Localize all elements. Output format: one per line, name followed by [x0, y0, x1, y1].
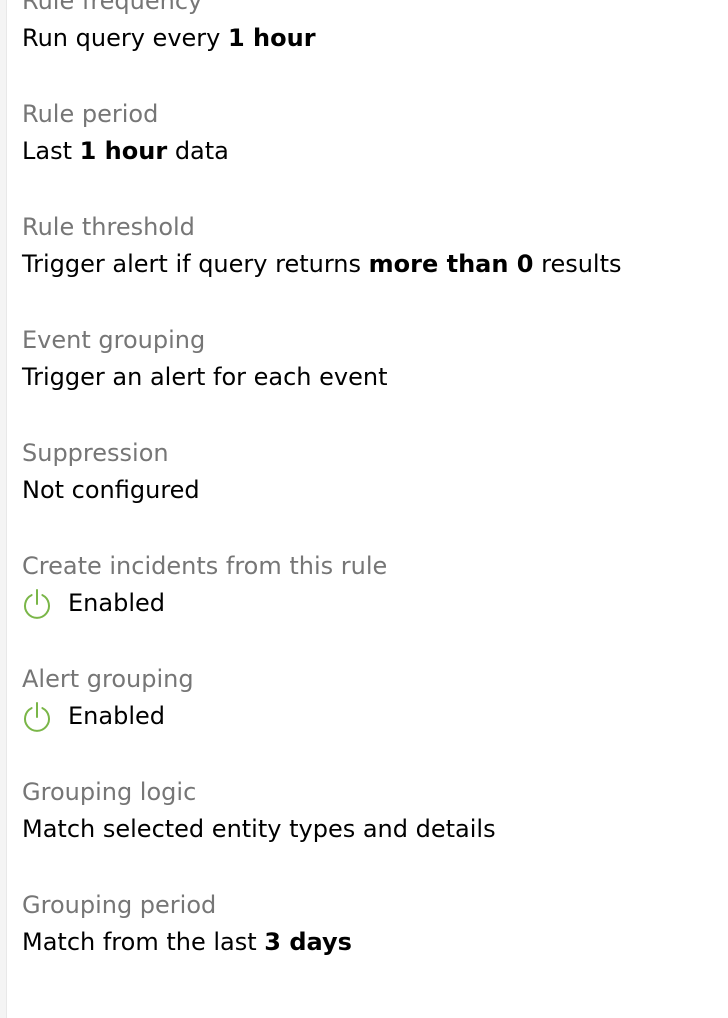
field-value: Run query every 1 hour [22, 19, 712, 58]
field-label: Event grouping [22, 326, 206, 354]
field-value: Enabled [22, 584, 712, 623]
value-emphasis: 3 days [264, 928, 352, 956]
field-value: Match selected entity types and details [22, 810, 712, 849]
field-value: Enabled [22, 697, 712, 736]
field-create-incidents: Create incidents from this rule Enabled [22, 548, 712, 661]
value-emphasis: 1 hour [79, 137, 168, 165]
field-label: Alert grouping [22, 665, 194, 693]
status-text: Enabled [68, 589, 165, 617]
field-alert-grouping: Alert grouping Enabled [22, 661, 712, 774]
field-label: Suppression [22, 439, 169, 467]
field-value: Trigger alert if query returns more than… [22, 245, 712, 284]
field-label: Rule frequency [22, 0, 203, 15]
status-text: Enabled [68, 702, 165, 730]
field-label: Create incidents from this rule [22, 552, 388, 580]
field-label: Rule period [22, 100, 159, 128]
value-text: Trigger alert if query returns [22, 250, 369, 278]
rule-summary-panel: Rule frequency Run query every 1 hour Ru… [22, 0, 712, 1000]
field-value: Trigger an alert for each event [22, 358, 712, 397]
field-label: Rule threshold [22, 213, 195, 241]
value-text: Match from the last [22, 928, 265, 956]
value-text: results [533, 250, 622, 278]
power-icon [22, 588, 52, 620]
field-label: Grouping period [22, 891, 217, 919]
value-text: Run query every [22, 24, 228, 52]
value-text: Trigger an alert for each event [22, 363, 388, 391]
value-emphasis: 1 hour [228, 24, 316, 52]
field-value: Not configured [22, 471, 712, 510]
field-rule-period: Rule period Last 1 hour data [22, 96, 712, 209]
value-text: Last [22, 137, 80, 165]
field-label: Grouping logic [22, 778, 197, 806]
field-value: Match from the last 3 days [22, 923, 712, 962]
value-emphasis: more than 0 [368, 250, 534, 278]
field-event-grouping: Event grouping Trigger an alert for each… [22, 322, 712, 435]
field-grouping-logic: Grouping logic Match selected entity typ… [22, 774, 712, 887]
power-icon [22, 701, 52, 733]
field-value: Last 1 hour data [22, 132, 712, 171]
field-rule-threshold: Rule threshold Trigger alert if query re… [22, 209, 712, 322]
value-text: Not configured [22, 476, 200, 504]
left-panel-edge [0, 0, 7, 1018]
field-grouping-period: Grouping period Match from the last 3 da… [22, 887, 712, 1000]
value-text: data [167, 137, 229, 165]
field-suppression: Suppression Not configured [22, 435, 712, 548]
field-rule-frequency: Rule frequency Run query every 1 hour [22, 0, 712, 96]
value-text: Match selected entity types and details [22, 815, 496, 843]
